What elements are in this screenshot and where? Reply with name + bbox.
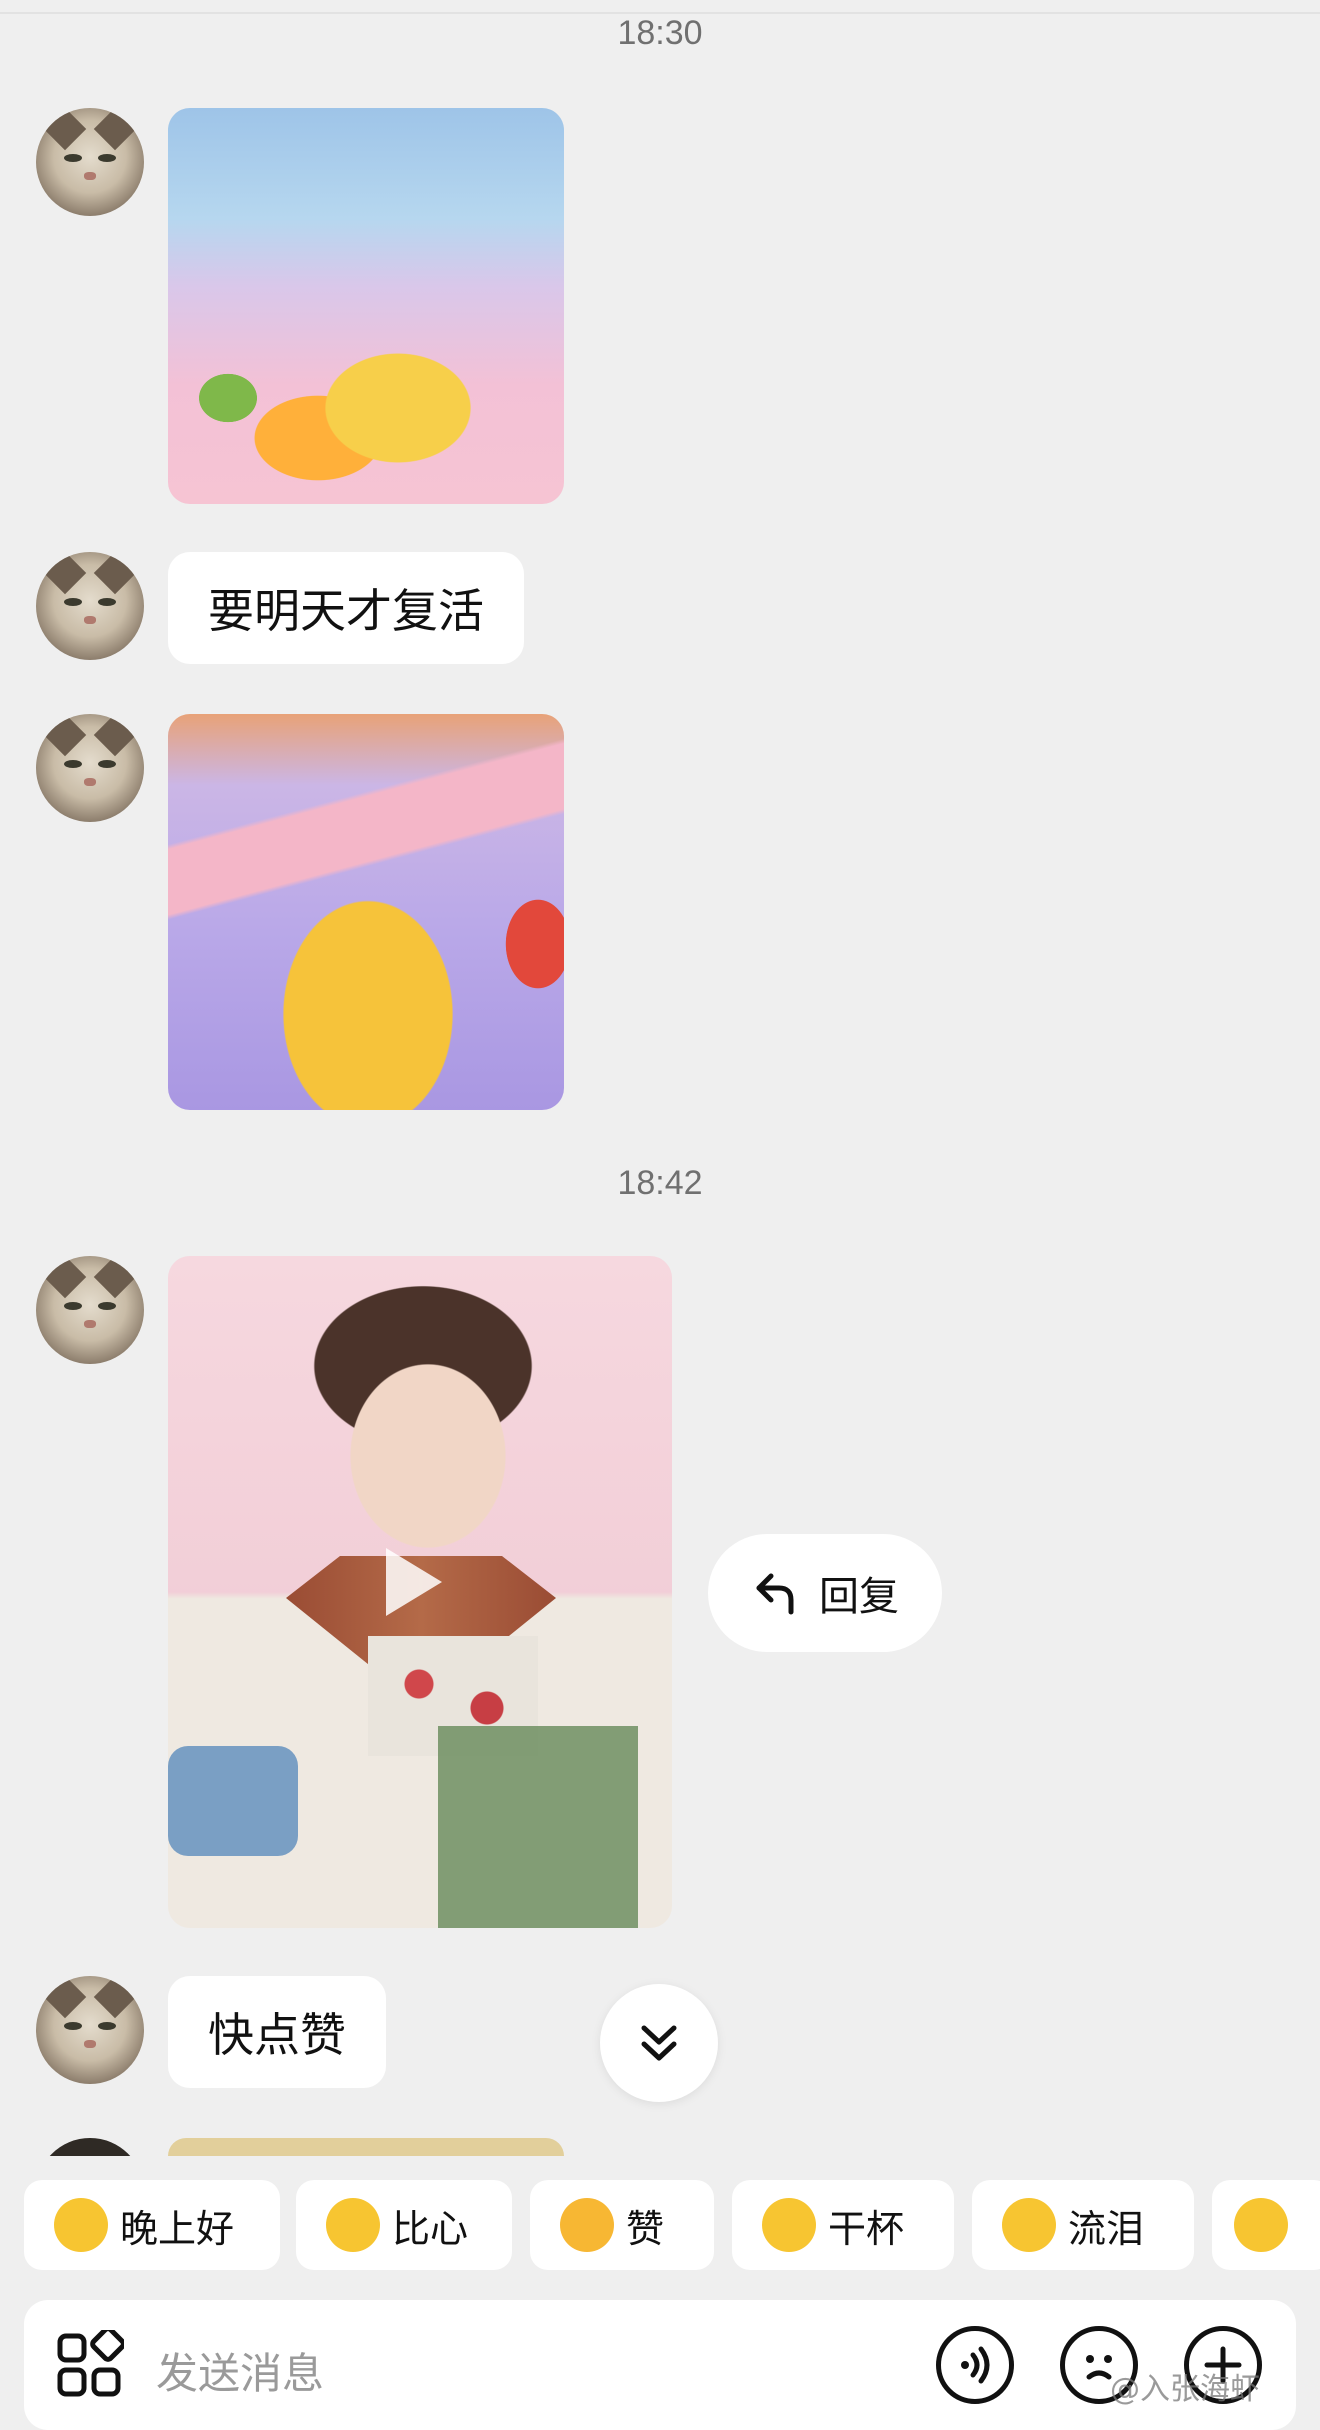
apps-grid-icon[interactable]	[54, 2330, 124, 2400]
timestamp: 18:30	[617, 14, 703, 52]
video-frame	[168, 1746, 298, 1856]
quick-reply-chip[interactable]: 比心	[296, 2180, 512, 2270]
reply-label: 回复	[819, 1574, 899, 1620]
quick-reply-chip[interactable]: 赞	[530, 2180, 714, 2270]
avatar[interactable]	[36, 714, 144, 822]
avatar	[36, 2138, 144, 2156]
emoji-icon	[1234, 2198, 1288, 2252]
chevron-double-down-icon	[641, 2025, 677, 2061]
quick-reply-chip[interactable]: 晚上好	[24, 2180, 280, 2270]
watermark: @入张海虾	[1110, 2372, 1260, 2407]
avatar[interactable]	[36, 552, 144, 660]
message-bubble[interactable]: 快点赞	[168, 1976, 386, 2088]
avatar[interactable]	[36, 108, 144, 216]
cheers-emoji	[762, 2198, 816, 2252]
avatar[interactable]	[36, 1256, 144, 1364]
quick-reply-chip[interactable]: 流泪	[972, 2180, 1194, 2270]
voice-icon[interactable]	[936, 2326, 1014, 2404]
crying-emoji	[1002, 2198, 1056, 2252]
sticker-image[interactable]	[168, 714, 564, 1110]
reply-arrow-icon	[756, 1573, 794, 1615]
video-frame	[438, 1726, 638, 1928]
quick-reply-chip[interactable]	[1212, 2180, 1320, 2270]
thumbs-up-emoji	[560, 2198, 614, 2252]
video-message[interactable]	[168, 1256, 672, 1928]
chip-label: 干杯	[828, 2206, 905, 2251]
message-input[interactable]: 发送消息	[156, 2340, 324, 2401]
play-icon[interactable]	[386, 1548, 442, 1616]
message-bubble[interactable]: 要明天才复活	[168, 552, 524, 664]
timestamp: 18:42	[617, 1164, 703, 1202]
sticker-image[interactable]	[168, 108, 564, 504]
quick-reply-chip[interactable]: 干杯	[732, 2180, 954, 2270]
chip-label: 晚上好	[120, 2206, 235, 2251]
message-input-bar: 发送消息	[24, 2300, 1296, 2430]
sticker-image	[168, 2138, 564, 2156]
chip-label: 比心	[392, 2206, 469, 2251]
chip-label: 赞	[626, 2206, 665, 2251]
reply-button[interactable]: 回复	[708, 1534, 942, 1652]
heart-hands-emoji	[326, 2198, 380, 2252]
scroll-to-bottom-button[interactable]	[600, 1984, 718, 2102]
chip-label: 流泪	[1068, 2206, 1145, 2251]
quick-reply-bar: 晚上好 比心 赞 干杯 流泪	[0, 2180, 1320, 2270]
avatar[interactable]	[36, 1976, 144, 2084]
star-face-emoji	[54, 2198, 108, 2252]
